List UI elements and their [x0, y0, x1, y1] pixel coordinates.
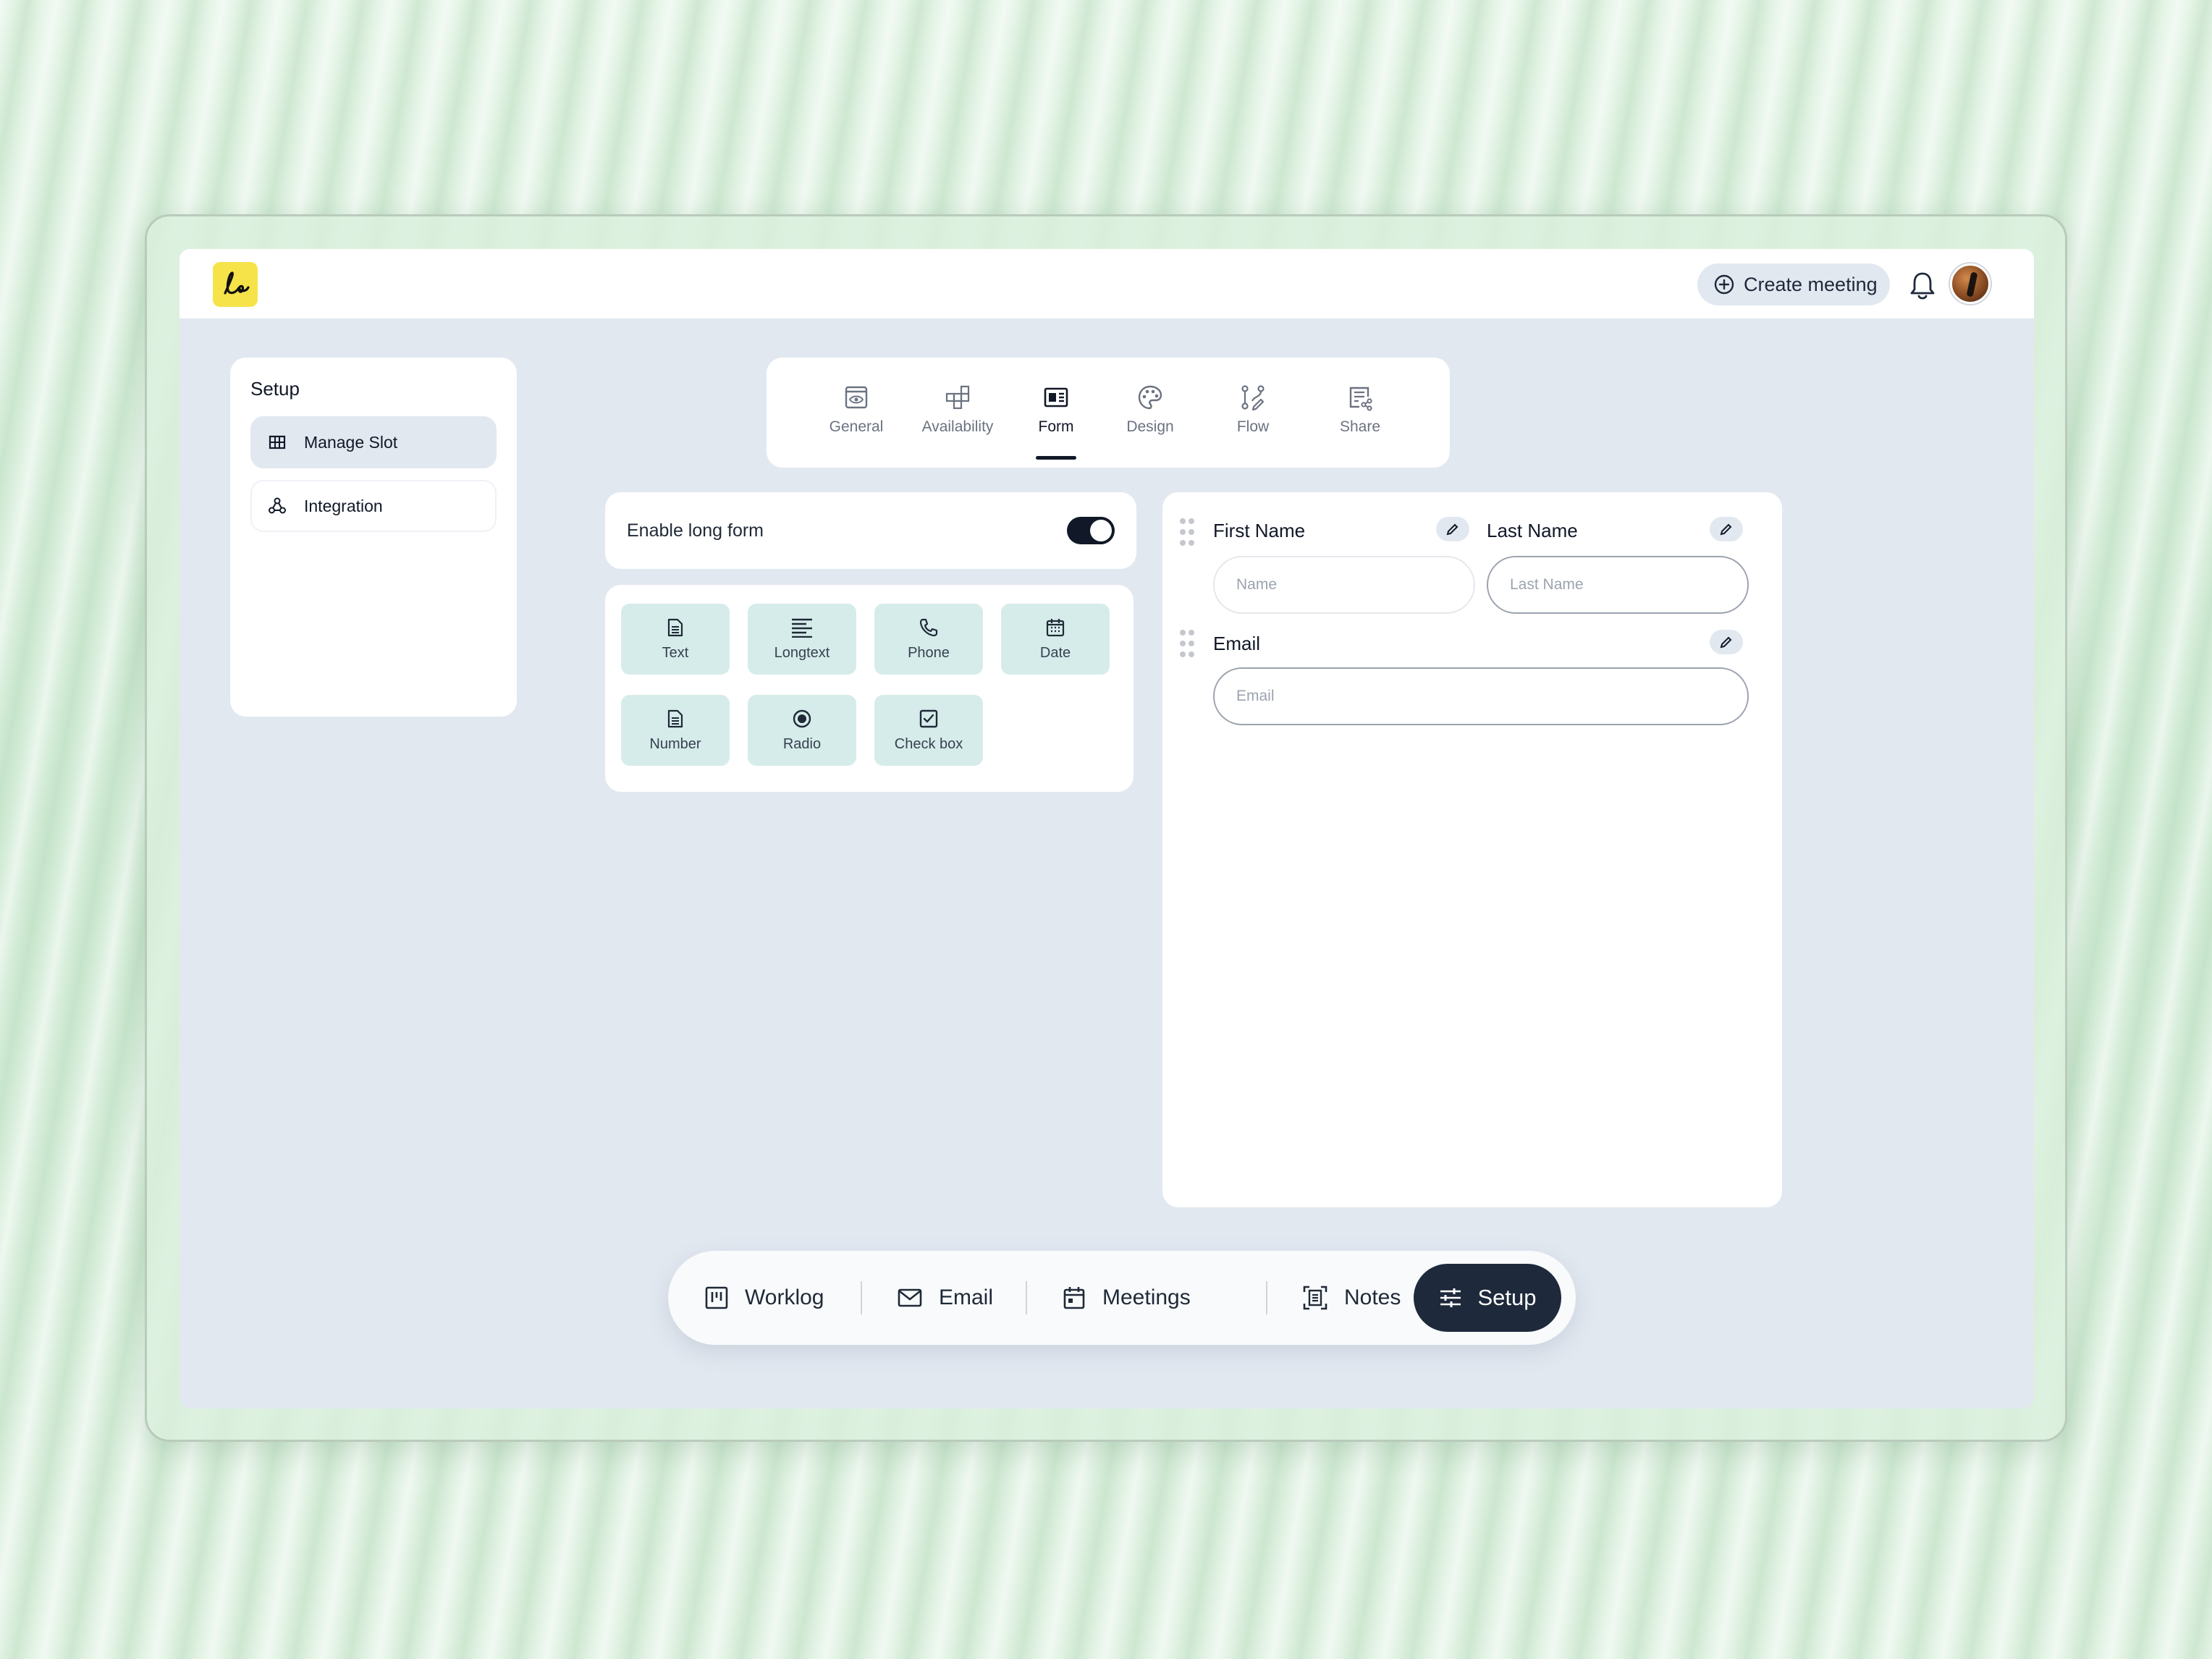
nav-notes[interactable]: Notes [1302, 1267, 1401, 1329]
nav-label: Worklog [745, 1286, 824, 1309]
blocks-icon [945, 385, 970, 410]
field-type-radio[interactable]: Radio [748, 695, 856, 766]
field-type-label: Text [662, 644, 689, 661]
field-type-label: Number [649, 735, 701, 752]
share-icon [1349, 387, 1372, 411]
top-bar: Create meeting [180, 249, 2034, 318]
mail-icon [898, 1288, 922, 1307]
sidebar-item-integration[interactable]: Integration [250, 480, 497, 532]
logo-icon [224, 271, 250, 295]
email-label: Email [1213, 633, 1261, 654]
field-types-card: Text Longtext Phone Date Number Radio Ch… [605, 585, 1134, 792]
sidebar-item-label: Manage Slot [304, 432, 398, 452]
first-name-input[interactable] [1213, 556, 1475, 614]
field-type-date[interactable]: Date [1001, 604, 1110, 675]
create-meeting-button[interactable]: Create meeting [1697, 263, 1890, 305]
nav-worklog[interactable]: Worklog [704, 1267, 824, 1329]
field-type-phone[interactable]: Phone [874, 604, 983, 675]
nav-label: Setup [1477, 1285, 1537, 1310]
plus-circle-icon [1714, 274, 1734, 295]
edit-email-button[interactable] [1710, 630, 1743, 654]
palette-icon [1138, 385, 1162, 410]
sliders-icon [1440, 1288, 1461, 1307]
field-type-label: Radio [782, 735, 822, 752]
pencil-icon [1720, 636, 1732, 649]
nav-setup[interactable]: Setup [1414, 1264, 1561, 1332]
field-type-label: Phone [908, 644, 950, 661]
tab-form[interactable]: Form [1013, 384, 1099, 436]
sidebar-title: Setup [250, 378, 300, 400]
field-type-label: Check box [894, 735, 963, 752]
nav-email[interactable]: Email [897, 1267, 993, 1329]
long-form-label: Enable long form [627, 520, 764, 541]
radio-icon [793, 709, 811, 727]
last-name-input[interactable] [1487, 556, 1749, 614]
user-avatar[interactable] [1950, 263, 1991, 304]
long-form-card: Enable long form [605, 492, 1136, 569]
tab-availability[interactable]: Availability [914, 384, 1001, 436]
tab-label: Share [1339, 418, 1381, 435]
bottom-nav: Worklog Email Meetings Notes Setup [668, 1251, 1576, 1345]
nav-meetings[interactable]: Meetings [1062, 1267, 1191, 1329]
tab-general[interactable]: General [813, 384, 900, 436]
setup-tabs: General Availability Form Design Flow Sh… [767, 358, 1450, 468]
integration-icon [269, 497, 286, 514]
field-type-label: Date [1039, 644, 1071, 661]
first-name-label: First Name [1213, 520, 1306, 541]
last-name-label: Last Name [1487, 520, 1578, 541]
calendar-icon [1046, 618, 1065, 636]
scan-icon [1303, 1286, 1327, 1310]
nav-label: Email [939, 1286, 994, 1309]
tab-label: Availability [921, 418, 994, 435]
edit-last-name-button[interactable] [1710, 517, 1743, 541]
document-icon [667, 709, 683, 727]
sidebar-item-label: Integration [304, 496, 383, 515]
grid-icon [269, 435, 286, 449]
field-type-text[interactable]: Text [621, 604, 730, 675]
tab-label: Flow [1236, 418, 1270, 435]
form-preview-card: First Name Last Name Email [1162, 492, 1782, 1207]
field-type-number[interactable]: Number [621, 695, 730, 766]
eye-window-icon [845, 386, 868, 409]
tab-label: Design [1126, 418, 1174, 435]
nav-divider [1026, 1281, 1027, 1314]
align-left-icon [792, 618, 812, 638]
bell-icon[interactable] [1908, 269, 1937, 301]
checkbox-icon [919, 709, 938, 727]
drag-handle-icon[interactable] [1178, 628, 1196, 659]
active-tab-indicator [1036, 456, 1076, 460]
nav-label: Notes [1344, 1286, 1401, 1309]
tab-flow[interactable]: Flow [1210, 384, 1296, 436]
tab-share[interactable]: Share [1317, 384, 1403, 436]
edit-first-name-button[interactable] [1436, 517, 1469, 541]
setup-sidebar: Setup Manage Slot Integration [230, 358, 517, 717]
nav-divider [861, 1281, 862, 1314]
calendar-icon [1063, 1287, 1085, 1309]
tab-design[interactable]: Design [1107, 384, 1194, 436]
app-logo[interactable] [213, 262, 258, 307]
field-type-longtext[interactable]: Longtext [748, 604, 856, 675]
nav-label: Meetings [1102, 1286, 1191, 1309]
document-icon [667, 618, 683, 636]
board-icon [705, 1286, 728, 1309]
app-window: Create meeting Setup Manage Slot Integra… [180, 249, 2034, 1409]
field-type-checkbox[interactable]: Check box [874, 695, 983, 766]
tab-label: Form [1038, 418, 1074, 435]
sidebar-item-manage-slot[interactable]: Manage Slot [250, 416, 497, 468]
phone-icon [919, 618, 938, 636]
drag-handle-icon[interactable] [1178, 517, 1196, 547]
flow-icon [1241, 385, 1265, 411]
email-input[interactable] [1213, 667, 1749, 725]
nav-divider [1266, 1281, 1267, 1314]
long-form-toggle[interactable] [1067, 517, 1115, 544]
pencil-icon [1720, 523, 1732, 536]
field-type-label: Longtext [774, 644, 830, 661]
create-meeting-label: Create meeting [1744, 273, 1878, 295]
form-icon [1044, 387, 1068, 408]
tab-label: General [829, 418, 884, 435]
pencil-icon [1446, 523, 1459, 536]
